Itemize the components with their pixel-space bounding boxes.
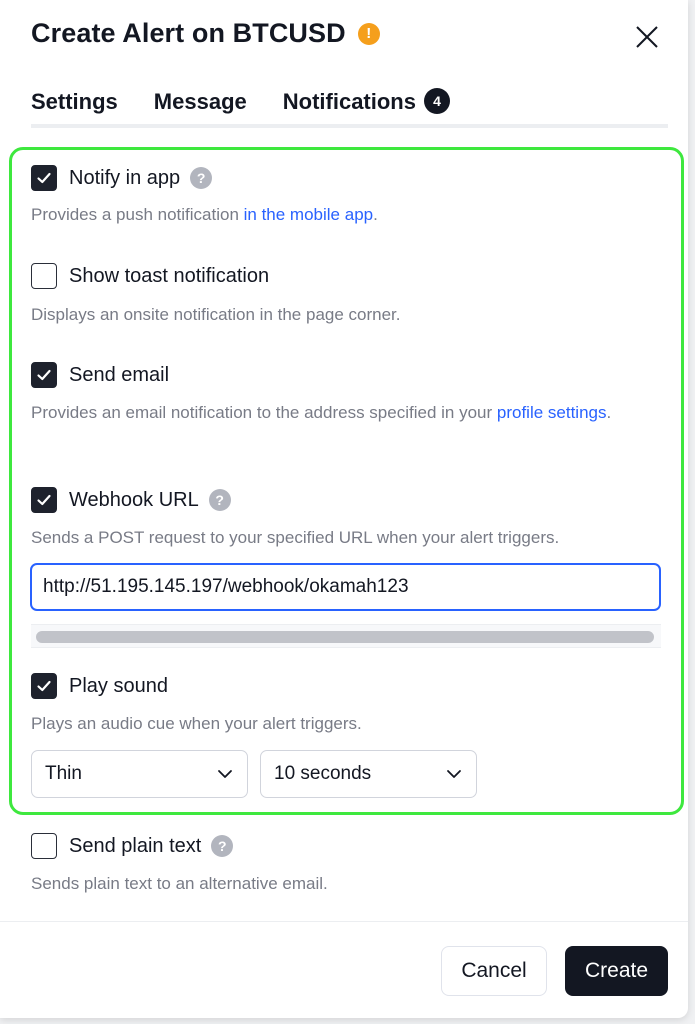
- help-icon[interactable]: ?: [211, 835, 234, 857]
- plain-text-checkbox[interactable]: [31, 833, 57, 859]
- duration-select-value: 10 seconds: [274, 763, 372, 784]
- sound-select[interactable]: Thin: [31, 750, 248, 798]
- exclamation-circle-icon[interactable]: !: [357, 22, 380, 45]
- notify-app-option: Notify in app ?: [31, 165, 213, 191]
- tab-divider: [31, 124, 668, 128]
- notify-app-label: Notify in app: [69, 166, 181, 189]
- create-alert-dialog: Create Alert on BTCUSD ! Settings Messag…: [0, 0, 688, 1018]
- check-icon: [37, 494, 51, 506]
- tab-label: Message: [153, 89, 247, 114]
- create-button[interactable]: Create: [565, 946, 668, 996]
- horizontal-scrollbar[interactable]: [31, 624, 661, 648]
- tab-label: Notifications: [282, 89, 416, 114]
- sound-description: Plays an audio cue when your alert trigg…: [31, 714, 362, 733]
- toast-label: Show toast notification: [69, 264, 270, 287]
- tab-bar: Settings Message Notifications 4: [31, 86, 486, 128]
- mobile-app-link[interactable]: in the mobile app: [244, 205, 373, 224]
- tab-label: Settings: [31, 89, 118, 114]
- tab-settings[interactable]: Settings: [31, 86, 118, 124]
- toast-description: Displays an onsite notification in the p…: [31, 305, 401, 324]
- footer-divider: [0, 921, 688, 922]
- sound-checkbox[interactable]: [31, 673, 57, 699]
- webhook-checkbox[interactable]: [31, 487, 57, 513]
- notify-app-description: Provides a push notification in the mobi…: [31, 202, 651, 228]
- plain-text-label: Send plain text: [69, 834, 202, 857]
- check-icon: [37, 172, 51, 184]
- desc-text: .: [373, 205, 378, 224]
- count-badge: 4: [423, 88, 450, 114]
- webhook-description: Sends a POST request to your specified U…: [31, 528, 560, 547]
- toast-option: Show toast notification: [31, 263, 269, 289]
- duration-select[interactable]: 10 seconds: [260, 750, 477, 798]
- email-description: Provides an email notification to the ad…: [31, 400, 651, 426]
- webhook-option: Webhook URL ?: [31, 487, 231, 513]
- webhook-label: Webhook URL: [69, 488, 199, 511]
- email-label: Send email: [69, 363, 170, 386]
- notify-app-checkbox[interactable]: [31, 165, 57, 191]
- dialog-title: Create Alert on BTCUSD: [31, 18, 346, 48]
- dialog-header: Create Alert on BTCUSD !: [31, 18, 380, 49]
- check-icon: [37, 680, 51, 692]
- help-icon[interactable]: ?: [208, 489, 231, 511]
- plain-text-description: Sends plain text to an alternative email…: [31, 874, 328, 893]
- tab-message[interactable]: Message: [154, 86, 247, 124]
- email-checkbox[interactable]: [31, 362, 57, 388]
- sound-label: Play sound: [69, 674, 168, 697]
- plain-text-option: Send plain text ?: [31, 833, 234, 859]
- desc-text: .: [606, 403, 612, 422]
- close-button[interactable]: [632, 22, 662, 52]
- sound-option: Play sound: [31, 673, 168, 699]
- chevron-down-icon: [218, 770, 232, 778]
- desc-text: Provides an email notification to the ad…: [31, 403, 497, 422]
- help-icon[interactable]: ?: [190, 167, 213, 189]
- webhook-url-input[interactable]: [30, 563, 661, 611]
- chevron-down-icon: [447, 770, 461, 778]
- tab-notifications[interactable]: Notifications 4: [282, 86, 457, 128]
- profile-settings-link[interactable]: profile settings: [497, 403, 607, 422]
- close-icon: [636, 26, 658, 48]
- toast-checkbox[interactable]: [31, 263, 57, 289]
- cancel-button[interactable]: Cancel: [441, 946, 547, 996]
- check-icon: [37, 369, 51, 381]
- scrollbar-thumb[interactable]: [36, 631, 654, 643]
- sound-select-value: Thin: [45, 763, 82, 784]
- desc-text: Provides a push notification: [31, 205, 244, 224]
- email-option: Send email: [31, 362, 169, 388]
